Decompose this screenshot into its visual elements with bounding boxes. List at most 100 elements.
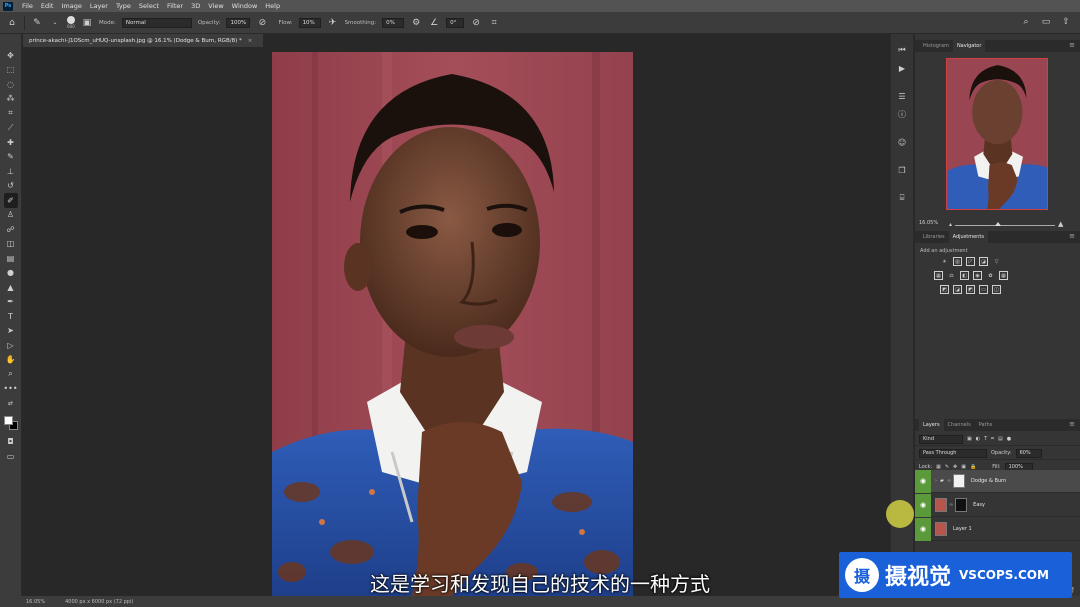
color-swatches[interactable]: [3, 415, 19, 431]
menu-window[interactable]: Window: [228, 2, 262, 10]
status-doc-info[interactable]: 4000 px x 6000 px (72 ppi): [65, 599, 133, 605]
swap-colors-icon[interactable]: ⇄: [4, 396, 18, 411]
zoom-in-icon[interactable]: ▲: [1058, 220, 1063, 228]
tab-channels[interactable]: Channels: [944, 419, 975, 431]
layer-thumbnail[interactable]: [935, 498, 947, 512]
workspace-icon[interactable]: ▭: [1040, 16, 1052, 28]
tab-paths[interactable]: Paths: [975, 419, 997, 431]
layer-mask-thumbnail[interactable]: [955, 498, 968, 512]
brush-preset-picker[interactable]: 600: [67, 16, 75, 29]
mode-select[interactable]: Normal: [121, 17, 192, 28]
menu-type[interactable]: Type: [112, 2, 135, 10]
filter-shape-icon[interactable]: ⌗: [991, 436, 994, 442]
chevron-right-icon[interactable]: ›: [935, 478, 937, 484]
layer-row-dodge-burn[interactable]: ◉ › ▰ ∞ Dodge & Burn: [915, 469, 1080, 493]
zoom-tool-icon[interactable]: ⌕: [4, 367, 18, 382]
history-brush-tool-icon[interactable]: ↺: [4, 179, 18, 194]
clone-source-icon[interactable]: ❐: [895, 163, 909, 177]
actions-play-icon[interactable]: ▶: [895, 61, 909, 75]
menu-image[interactable]: Image: [57, 2, 85, 10]
color-lookup-icon[interactable]: ▦: [999, 271, 1008, 280]
crop-tool-icon[interactable]: ⌗: [4, 106, 18, 121]
navigator-zoom-slider[interactable]: [955, 222, 1055, 226]
eye-icon[interactable]: ◉: [915, 517, 931, 541]
invert-icon[interactable]: ◩: [940, 285, 949, 294]
brightness-contrast-icon[interactable]: ☀: [940, 257, 949, 266]
layer-name[interactable]: Layer 1: [953, 526, 972, 532]
hue-saturation-icon[interactable]: ▦: [934, 271, 943, 280]
tab-layers[interactable]: Layers: [919, 419, 944, 431]
chevron-down-icon[interactable]: ⌄: [49, 17, 61, 29]
sharpen-tool-icon[interactable]: ▲: [4, 280, 18, 295]
brush-icon[interactable]: ✎: [31, 17, 43, 29]
navigator-zoom-value[interactable]: 16.05%: [919, 220, 938, 226]
glyphs-panel-icon[interactable]: ⌸: [895, 191, 909, 205]
info-panel-icon[interactable]: ⓘ: [895, 107, 909, 121]
panel-menu-icon[interactable]: ≡: [1069, 41, 1075, 49]
move-tool-icon[interactable]: ✥: [4, 48, 18, 63]
magic-wand-tool-icon[interactable]: ⁂: [4, 92, 18, 107]
people-panel-icon[interactable]: ☺: [895, 135, 909, 149]
tab-libraries[interactable]: Libraries: [919, 231, 949, 243]
share-icon[interactable]: ⇪: [1060, 16, 1072, 28]
pressure-size-icon[interactable]: ⊘: [470, 17, 482, 29]
document-tab[interactable]: prince-akachi-J1OScm_uHUQ-unsplash.jpg @…: [23, 34, 263, 47]
quick-mask-icon[interactable]: ◘: [4, 435, 18, 450]
portrait-photo[interactable]: [272, 52, 633, 596]
symmetry-icon[interactable]: ⌗: [488, 17, 500, 29]
direct-selection-tool-icon[interactable]: ▷: [4, 338, 18, 353]
tab-navigator[interactable]: Navigator: [952, 40, 986, 52]
layer-name[interactable]: Easy: [973, 502, 985, 508]
layer-name[interactable]: Dodge & Burn: [971, 478, 1006, 484]
angle-field[interactable]: 0°: [446, 17, 465, 28]
menu-file[interactable]: File: [18, 2, 37, 10]
eye-icon[interactable]: ◉: [915, 493, 931, 517]
clone-stamp-tool-icon[interactable]: ⊥: [4, 164, 18, 179]
filter-smart-object-icon[interactable]: ▤: [998, 436, 1003, 442]
stamp-tool-icon[interactable]: ♙: [4, 208, 18, 223]
menu-filter[interactable]: Filter: [163, 2, 187, 10]
tab-histogram[interactable]: Histogram: [919, 40, 953, 52]
zoom-out-icon[interactable]: ▴: [949, 221, 952, 228]
vibrance-icon[interactable]: ▽: [992, 257, 1001, 266]
close-icon[interactable]: ×: [248, 38, 253, 44]
search-icon[interactable]: ⌕: [1020, 16, 1032, 28]
posterize-icon[interactable]: ◪: [953, 285, 962, 294]
brush-settings-icon[interactable]: ▣: [81, 17, 93, 29]
layer-mask-thumbnail[interactable]: [953, 474, 966, 488]
airbrush-icon[interactable]: ✈: [327, 17, 339, 29]
menu-view[interactable]: View: [204, 2, 227, 10]
more-tools-icon[interactable]: •••: [3, 382, 17, 397]
history-panel-icon[interactable]: ⏮: [895, 43, 909, 57]
menu-help[interactable]: Help: [261, 2, 284, 10]
levels-icon[interactable]: ▥: [953, 257, 962, 266]
screen-mode-icon[interactable]: ▭: [4, 449, 18, 464]
black-white-icon[interactable]: ◧: [960, 271, 969, 280]
pen-tool-icon[interactable]: ✒: [4, 295, 18, 310]
curves-icon[interactable]: ◸: [966, 257, 975, 266]
channel-mixer-icon[interactable]: ✿: [986, 271, 995, 280]
home-icon[interactable]: ⌂: [6, 17, 18, 29]
lasso-tool-icon[interactable]: ◌: [4, 77, 18, 92]
properties-panel-icon[interactable]: ☰: [895, 89, 909, 103]
status-zoom[interactable]: 16.05%: [26, 599, 45, 605]
filter-adjustment-icon[interactable]: ◐: [976, 436, 980, 442]
opacity-field[interactable]: 100%: [226, 17, 251, 28]
menu-3d[interactable]: 3D: [187, 2, 204, 10]
filter-pixel-icon[interactable]: ▣: [967, 436, 972, 442]
menu-edit[interactable]: Edit: [37, 2, 58, 10]
layer-row-layer-1[interactable]: ◉ Layer 1: [915, 517, 1080, 541]
layer-opacity-field[interactable]: 60%: [1015, 448, 1042, 458]
layer-thumbnail[interactable]: [935, 522, 947, 536]
pressure-opacity-icon[interactable]: ⊘: [256, 17, 268, 29]
tab-adjustments[interactable]: Adjustments: [948, 231, 988, 243]
panel-menu-icon[interactable]: ≡: [1069, 232, 1075, 240]
gradient-map-icon[interactable]: ▭: [979, 285, 988, 294]
gradient-tool-icon[interactable]: ▤: [4, 251, 18, 266]
slider-handle[interactable]: [995, 222, 1001, 226]
menu-select[interactable]: Select: [135, 2, 163, 10]
marquee-tool-icon[interactable]: ⬚: [4, 63, 18, 78]
layer-row-easy[interactable]: ◉ ∞ Easy: [915, 493, 1080, 517]
spot-healing-tool-icon[interactable]: ✚: [4, 135, 18, 150]
filter-type-icon[interactable]: T: [984, 436, 987, 442]
